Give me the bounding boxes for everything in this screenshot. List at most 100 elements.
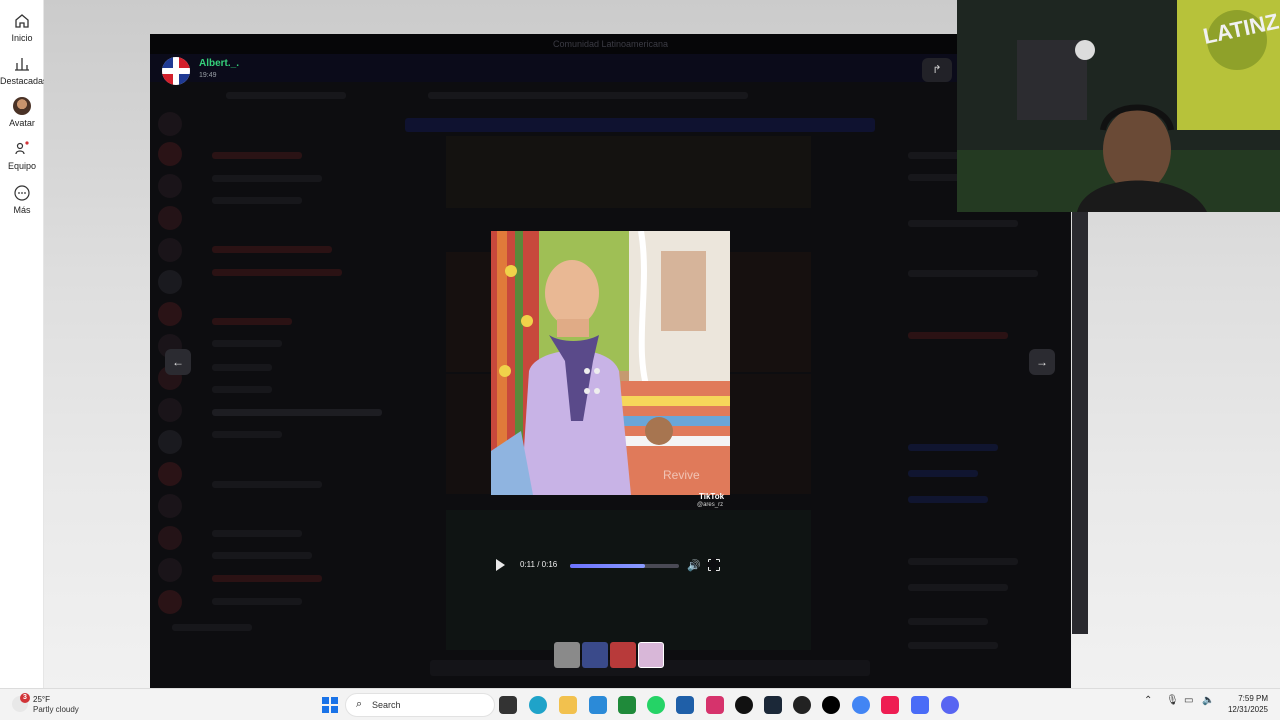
message-video[interactable] xyxy=(446,510,811,650)
sidebar-item-inicio[interactable]: Inicio xyxy=(0,12,44,43)
channel-item[interactable] xyxy=(212,530,302,537)
play-icon[interactable] xyxy=(496,559,505,571)
channel-item[interactable] xyxy=(212,364,272,371)
channel-item[interactable] xyxy=(212,386,272,393)
store-icon[interactable] xyxy=(676,696,694,714)
xbox-icon[interactable] xyxy=(618,696,636,714)
next-media-button[interactable]: → xyxy=(1029,349,1055,375)
file-explorer-icon[interactable] xyxy=(559,696,577,714)
server-icon[interactable] xyxy=(158,174,182,198)
channel-item[interactable] xyxy=(212,598,302,605)
speaker-icon[interactable]: 🔈 xyxy=(1202,695,1214,706)
webcam-image: LATINZ xyxy=(957,0,1280,212)
discord-icon[interactable] xyxy=(941,696,959,714)
taskbar-search[interactable]: ⌕ Search xyxy=(345,693,495,717)
server-icon[interactable] xyxy=(158,462,182,486)
weather-widget[interactable]: 3 25°F Partly cloudy xyxy=(12,693,112,718)
server-icon[interactable] xyxy=(158,590,182,614)
search-icon: ⌕ xyxy=(356,698,363,710)
app-sidebar: Inicio Destacadas Avatar Equipo Más xyxy=(0,0,48,688)
app-icon[interactable] xyxy=(822,696,840,714)
task-view-icon[interactable] xyxy=(499,696,517,714)
server-icon[interactable] xyxy=(158,398,182,422)
previous-media-button[interactable]: ← xyxy=(165,349,191,375)
sidebar-item-mas[interactable]: Más xyxy=(0,184,44,215)
video-player[interactable]: Revive xyxy=(491,231,730,495)
server-icon[interactable] xyxy=(158,112,182,136)
server-icon[interactable] xyxy=(158,302,182,326)
tiktok-live-icon[interactable] xyxy=(881,696,899,714)
taskbar-clock[interactable]: 7:59 PM 12/31/2025 xyxy=(1218,693,1268,715)
avatar xyxy=(13,97,31,115)
channel-item[interactable] xyxy=(212,246,332,253)
edge-icon[interactable] xyxy=(529,696,547,714)
channel-item[interactable] xyxy=(212,340,282,347)
server-icon[interactable] xyxy=(158,526,182,550)
media-thumbnail-strip xyxy=(554,642,666,668)
progress-bar[interactable] xyxy=(570,564,679,568)
fullscreen-icon[interactable] xyxy=(707,558,720,571)
channel-item[interactable] xyxy=(212,431,282,438)
member-item[interactable] xyxy=(908,618,988,625)
obs-icon[interactable] xyxy=(793,696,811,714)
member-item[interactable] xyxy=(908,642,998,649)
sidebar-item-avatar[interactable]: Avatar xyxy=(0,97,44,128)
user-panel[interactable] xyxy=(172,624,252,631)
chevron-up-icon[interactable]: ⌃ xyxy=(1144,695,1152,706)
windows-start-icon[interactable] xyxy=(321,696,339,714)
member-item[interactable] xyxy=(908,496,988,503)
whatsapp-icon[interactable] xyxy=(647,696,665,714)
tiktok-watermark: TikTok xyxy=(699,492,725,501)
member-item[interactable] xyxy=(908,558,1018,565)
channel-item[interactable] xyxy=(212,575,322,582)
member-item[interactable] xyxy=(908,444,998,451)
share-icon[interactable]: ↱ xyxy=(922,58,952,82)
thumbnail[interactable] xyxy=(554,642,580,668)
taskbar: 3 25°F Partly cloudy ⌕ Search ⌃ 🎙 ▭ 🔈 7:… xyxy=(0,688,1280,720)
channel-item[interactable] xyxy=(212,481,322,488)
server-icon[interactable] xyxy=(158,430,182,454)
channel-item[interactable] xyxy=(212,175,322,182)
twitter-icon[interactable] xyxy=(589,696,607,714)
new-messages-bar[interactable] xyxy=(405,118,875,132)
channel-item-active[interactable] xyxy=(212,409,382,416)
chrome-icon[interactable] xyxy=(852,696,870,714)
member-item[interactable] xyxy=(908,270,1038,277)
network-icon[interactable]: ▭ xyxy=(1184,695,1193,706)
server-icon[interactable] xyxy=(158,270,182,294)
message-timestamp: 19:49 xyxy=(199,72,217,79)
media-author: Albert._. 19:49 xyxy=(162,55,362,85)
server-icon[interactable] xyxy=(158,206,182,230)
time-display: 0:11 / 0:16 xyxy=(520,560,558,569)
member-item[interactable] xyxy=(908,220,1018,227)
sidebar-item-label: Más xyxy=(13,205,31,215)
server-icon[interactable] xyxy=(158,494,182,518)
server-icon[interactable] xyxy=(158,142,182,166)
channel-item[interactable] xyxy=(212,552,312,559)
app-icon[interactable] xyxy=(911,696,929,714)
sidebar-item-equipo[interactable]: Equipo xyxy=(0,140,44,171)
sidebar-item-destacadas[interactable]: Destacadas xyxy=(0,55,48,86)
channel-item[interactable] xyxy=(212,197,302,204)
server-icon[interactable] xyxy=(158,558,182,582)
channel-item[interactable] xyxy=(212,318,292,325)
tiktok-icon[interactable] xyxy=(735,696,753,714)
thumbnail[interactable] xyxy=(610,642,636,668)
channel-item[interactable] xyxy=(212,152,302,159)
author-name[interactable]: Albert._. xyxy=(199,58,239,69)
instagram-icon[interactable] xyxy=(706,696,724,714)
volume-icon[interactable]: 🔊 xyxy=(687,559,701,572)
member-item[interactable] xyxy=(908,332,1008,339)
member-item[interactable] xyxy=(908,584,1008,591)
microphone-icon[interactable]: 🎙 xyxy=(1166,695,1179,706)
thumbnail[interactable] xyxy=(582,642,608,668)
system-tray: ⌃ 🎙 ▭ 🔈 xyxy=(1144,695,1220,715)
steam-icon[interactable] xyxy=(764,696,782,714)
thumbnail-active[interactable] xyxy=(638,642,664,668)
dominican-flag-avatar[interactable] xyxy=(162,57,190,85)
server-icon[interactable] xyxy=(158,238,182,262)
more-icon xyxy=(14,185,30,201)
message-video[interactable] xyxy=(446,136,811,208)
channel-item[interactable] xyxy=(212,269,342,276)
member-item[interactable] xyxy=(908,470,978,477)
